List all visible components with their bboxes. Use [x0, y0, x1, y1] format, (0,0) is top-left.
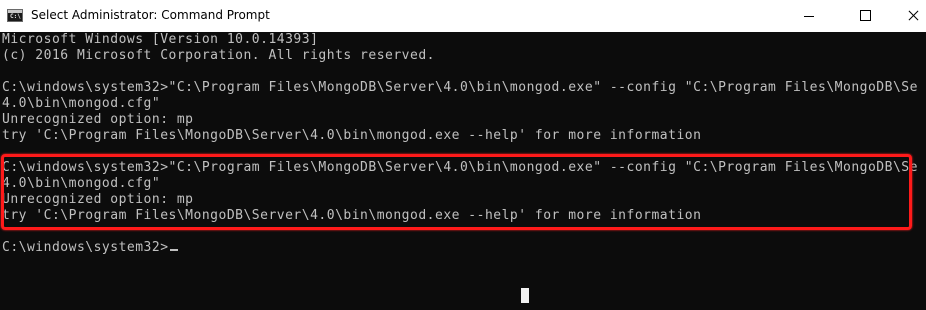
maximize-icon[interactable] [842, 0, 888, 32]
block-cursor [521, 288, 529, 303]
console-prompt-line: C:\windows\system32> [2, 240, 178, 256]
cmd-icon-glyph: C:\ [10, 13, 21, 20]
close-icon[interactable] [890, 0, 926, 32]
minimize-icon[interactable] [786, 0, 832, 32]
console-command-output-1: C:\windows\system32>"C:\Program Files\Mo… [2, 80, 926, 143]
cmd-icon[interactable]: C:\ [7, 9, 23, 22]
text-cursor [169, 249, 178, 251]
scrollbar[interactable] [917, 32, 926, 310]
command-prompt: C:\windows\system32> [2, 240, 169, 255]
title-bar[interactable]: C:\ Select Administrator: Command Prompt [0, 0, 926, 32]
console-header-text: Microsoft Windows [Version 10.0.14393] (… [2, 32, 435, 63]
console-output[interactable]: Microsoft Windows [Version 10.0.14393] (… [0, 32, 926, 310]
window-title: Select Administrator: Command Prompt [31, 8, 270, 22]
red-highlight-box [1, 154, 912, 230]
